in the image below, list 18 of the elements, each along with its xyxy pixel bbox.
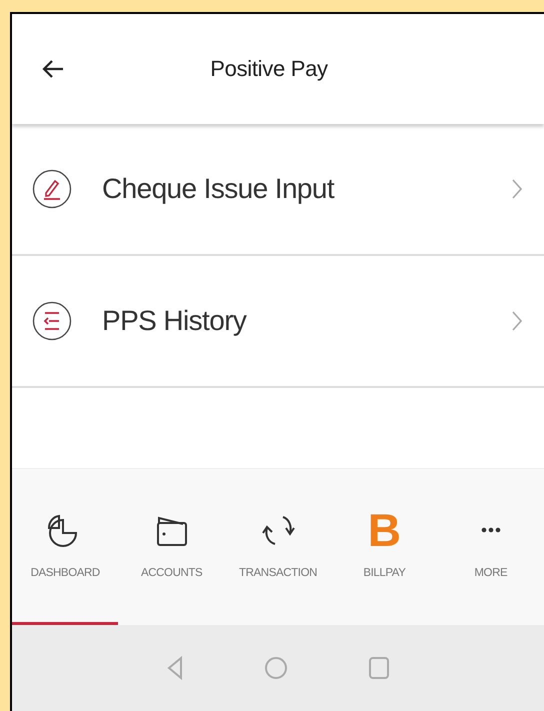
refresh-icon bbox=[261, 513, 296, 547]
list-icon bbox=[32, 301, 72, 341]
chevron-icon bbox=[512, 179, 522, 199]
recents-nav-button[interactable] bbox=[368, 656, 390, 680]
menu-item[interactable]: Cheque Issue Input bbox=[12, 124, 544, 254]
back-button[interactable] bbox=[42, 59, 64, 79]
menu-item[interactable]: PPS History bbox=[12, 256, 544, 386]
billpay-logo: B bbox=[368, 505, 402, 555]
nav-tab[interactable]: B BILLPAY bbox=[331, 469, 438, 625]
chevron-icon bbox=[512, 311, 522, 331]
more-icon bbox=[480, 527, 501, 533]
pencil-icon bbox=[32, 169, 72, 209]
nav-tab[interactable]: MORE bbox=[438, 469, 544, 625]
back-nav-button[interactable] bbox=[166, 656, 184, 680]
nav-tab[interactable]: TRANSACTION bbox=[224, 469, 332, 625]
screen-title: Positive Pay bbox=[209, 56, 329, 82]
nav-tab[interactable]: ACCOUNTS bbox=[118, 469, 225, 625]
home-nav-button[interactable] bbox=[264, 656, 288, 680]
